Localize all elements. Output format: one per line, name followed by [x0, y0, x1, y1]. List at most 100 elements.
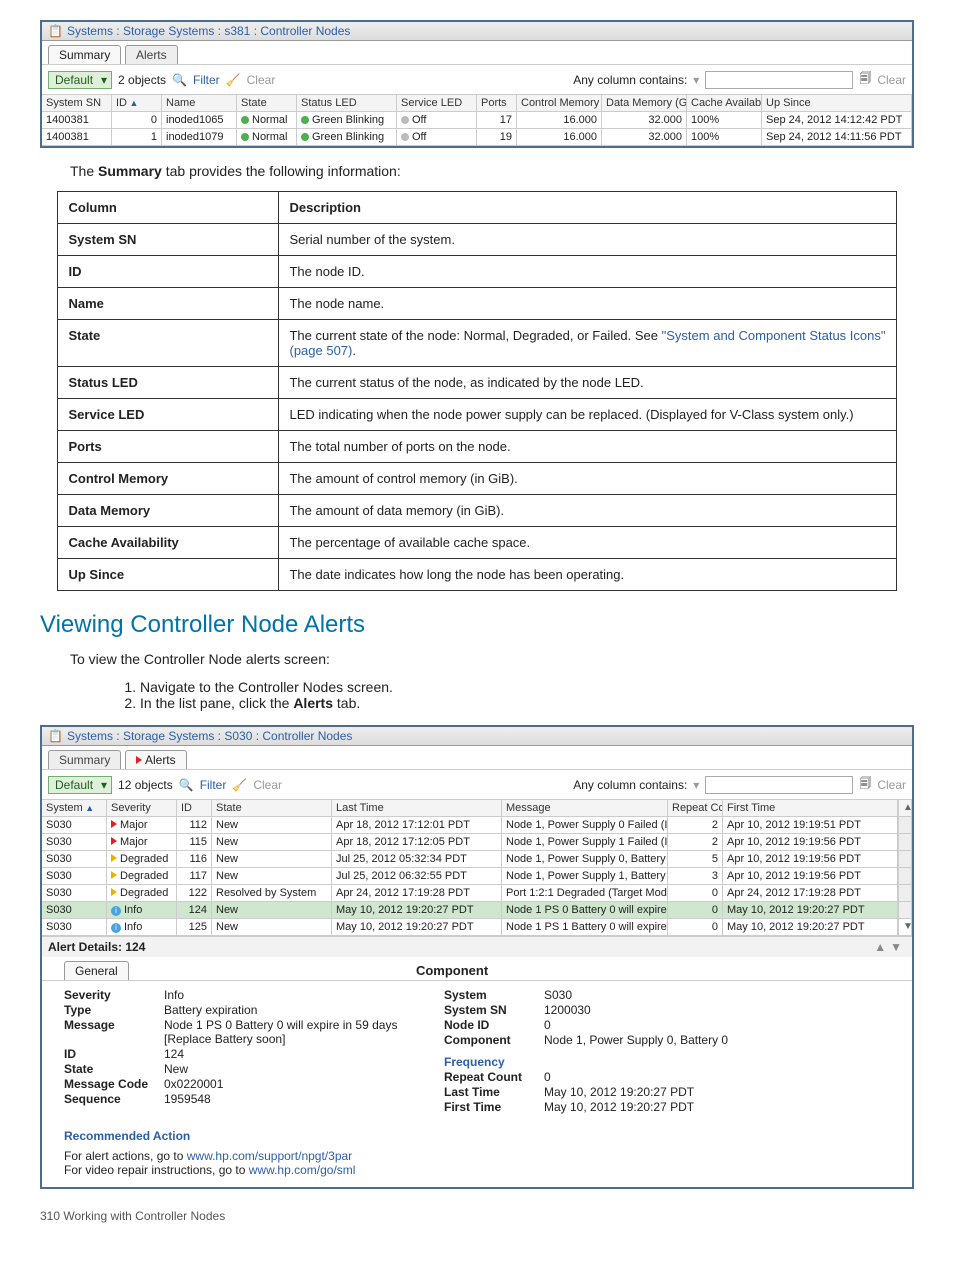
scrollbar[interactable]: ▲ [898, 800, 912, 817]
cell-first-time: May 10, 2012 19:20:27 PDT [723, 919, 898, 936]
col-system-sn[interactable]: System SN [42, 95, 112, 112]
col-name[interactable]: Name [162, 95, 237, 112]
filter-select-2[interactable]: Default [48, 776, 112, 794]
col-up-since[interactable]: Up Since [762, 95, 912, 112]
lbl-node-id: Node ID [444, 1018, 544, 1032]
col-cache-avail[interactable]: Cache Availability [687, 95, 762, 112]
cell-name: inoded1065 [162, 112, 237, 129]
clear-right-link: Clear [877, 73, 906, 87]
tab-alerts-2[interactable]: Alerts [125, 750, 187, 769]
cell-state: New [212, 919, 332, 936]
tab-summary-2[interactable]: Summary [48, 750, 121, 769]
row-desc: The percentage of available cache space. [279, 527, 896, 559]
col-status-led[interactable]: Status LED [297, 95, 397, 112]
cell-id: 0 [112, 112, 162, 129]
cell-message: Node 1, Power Supply 0, Battery 0 Degrad… [502, 851, 668, 868]
cell-id: 124 [177, 902, 212, 919]
search-input-2[interactable] [705, 776, 853, 794]
col-severity[interactable]: Severity [107, 800, 177, 817]
subtab-general[interactable]: General [64, 961, 129, 980]
col-state[interactable]: State [212, 800, 332, 817]
general-col: SeverityInfo TypeBattery expiration Mess… [64, 987, 404, 1115]
scrollbar-track[interactable] [898, 868, 912, 885]
col-last-time[interactable]: Last Time [332, 800, 502, 817]
tab-summary[interactable]: Summary [48, 45, 121, 64]
search-input[interactable] [705, 71, 853, 89]
cell-control-mem: 16.000 [517, 129, 602, 146]
col-state[interactable]: State [237, 95, 297, 112]
alert-details-header: Alert Details: 124 [42, 936, 912, 957]
export-icon-2[interactable]: 🗐 [859, 774, 871, 795]
row-desc: The date indicates how long the node has… [279, 559, 896, 591]
scrollbar-track[interactable] [898, 817, 912, 834]
table-row[interactable]: S030iInfo125NewMay 10, 2012 19:20:27 PDT… [42, 919, 912, 936]
col-service-led[interactable]: Service LED [397, 95, 477, 112]
export-icon[interactable]: 🗐 [859, 69, 871, 90]
grid-header-2: System Severity ID State Last Time Messa… [42, 800, 912, 817]
scrollbar-track[interactable] [898, 902, 912, 919]
lbl-type: Type [64, 1003, 164, 1017]
table-row[interactable]: S030iInfo124NewMay 10, 2012 19:20:27 PDT… [42, 902, 912, 919]
tab-strip-2: Summary Alerts [42, 746, 912, 769]
filter-select[interactable]: Default [48, 71, 112, 89]
table-row[interactable]: S030Degraded122Resolved by SystemApr 24,… [42, 885, 912, 902]
table-row[interactable]: S030Degraded116NewJul 25, 2012 05:32:34 … [42, 851, 912, 868]
scroll-up-icon[interactable]: ▲ [903, 802, 907, 813]
val-msgcode: 0x0220001 [164, 1077, 223, 1091]
alert-details-title: Alert Details: 124 [48, 940, 145, 954]
cell-status-led: Green Blinking [297, 129, 397, 146]
col-repeat[interactable]: Repeat Count [668, 800, 723, 817]
detail-subtabs: General Component [42, 957, 912, 981]
scrollbar-track[interactable] [898, 851, 912, 868]
scrollbar-track[interactable] [898, 885, 912, 902]
table-row[interactable]: 14003811inoded1079NormalGreen BlinkingOf… [42, 129, 912, 146]
scroll-down-icon[interactable]: ▼ [903, 921, 907, 932]
contains-label-2: Any column contains: [573, 778, 687, 792]
col-control-mem[interactable]: Control Memory (GiB) [517, 95, 602, 112]
clear-icon-2: 🧹 [232, 778, 247, 792]
lbl-last-time: Last Time [444, 1085, 544, 1099]
led-green-icon [301, 133, 309, 141]
col-first-time[interactable]: First Time [723, 800, 898, 817]
filter-link-2[interactable]: Filter [200, 778, 227, 792]
collapse-expand-icon[interactable] [874, 940, 906, 954]
scrollbar-track[interactable] [898, 834, 912, 851]
col-id[interactable]: ID [112, 95, 162, 112]
table-row: Data MemoryThe amount of data memory (in… [58, 495, 896, 527]
step-2: In the list pane, click the Alerts tab. [140, 695, 914, 711]
cell-last-time: Jul 25, 2012 06:32:55 PDT [332, 868, 502, 885]
col-message[interactable]: Message [502, 800, 668, 817]
col-data-mem[interactable]: Data Memory (GiB) [602, 95, 687, 112]
row-label: System SN [58, 224, 279, 256]
row-label: State [58, 320, 279, 367]
row-desc: LED indicating when the node power suppl… [279, 399, 896, 431]
filter-link[interactable]: Filter [193, 73, 220, 87]
scrollbar-bottom[interactable]: ▼ [898, 919, 912, 936]
window-title-bar-2: Systems : Storage Systems : S030 : Contr… [42, 727, 912, 746]
rec-link-1[interactable]: www.hp.com/support/npgt/3par [187, 1149, 352, 1163]
col-id[interactable]: ID [177, 800, 212, 817]
col-ports[interactable]: Ports [477, 95, 517, 112]
table-row[interactable]: S030Major115NewApr 18, 2012 17:12:05 PDT… [42, 834, 912, 851]
cell-first-time: Apr 10, 2012 19:19:56 PDT [723, 868, 898, 885]
rec-link-2[interactable]: www.hp.com/go/sml [249, 1163, 356, 1177]
lbl-message: Message [64, 1018, 164, 1032]
tab-alerts[interactable]: Alerts [125, 45, 178, 64]
val-first-time: May 10, 2012 19:20:27 PDT [544, 1100, 694, 1114]
cell-up-since: Sep 24, 2012 14:11:56 PDT [762, 129, 912, 146]
cell-id: 117 [177, 868, 212, 885]
objects-count: 2 objects [118, 73, 166, 87]
th-description: Description [279, 192, 896, 224]
system-status-icons-link[interactable]: "System and Component Status Icons" (pag… [289, 328, 885, 358]
val-type: Battery expiration [164, 1003, 257, 1017]
cell-system-sn: 1400381 [42, 129, 112, 146]
table-row[interactable]: S030Degraded117NewJul 25, 2012 06:32:55 … [42, 868, 912, 885]
col-system[interactable]: System [42, 800, 107, 817]
column-description-table: ColumnDescription System SNSerial number… [57, 191, 896, 591]
row-label: Cache Availability [58, 527, 279, 559]
val-node-id: 0 [544, 1018, 551, 1032]
table-row[interactable]: S030Major112NewApr 18, 2012 17:12:01 PDT… [42, 817, 912, 834]
cell-repeat: 2 [668, 834, 723, 851]
cell-data-mem: 32.000 [602, 112, 687, 129]
table-row[interactable]: 14003810inoded1065NormalGreen BlinkingOf… [42, 112, 912, 129]
